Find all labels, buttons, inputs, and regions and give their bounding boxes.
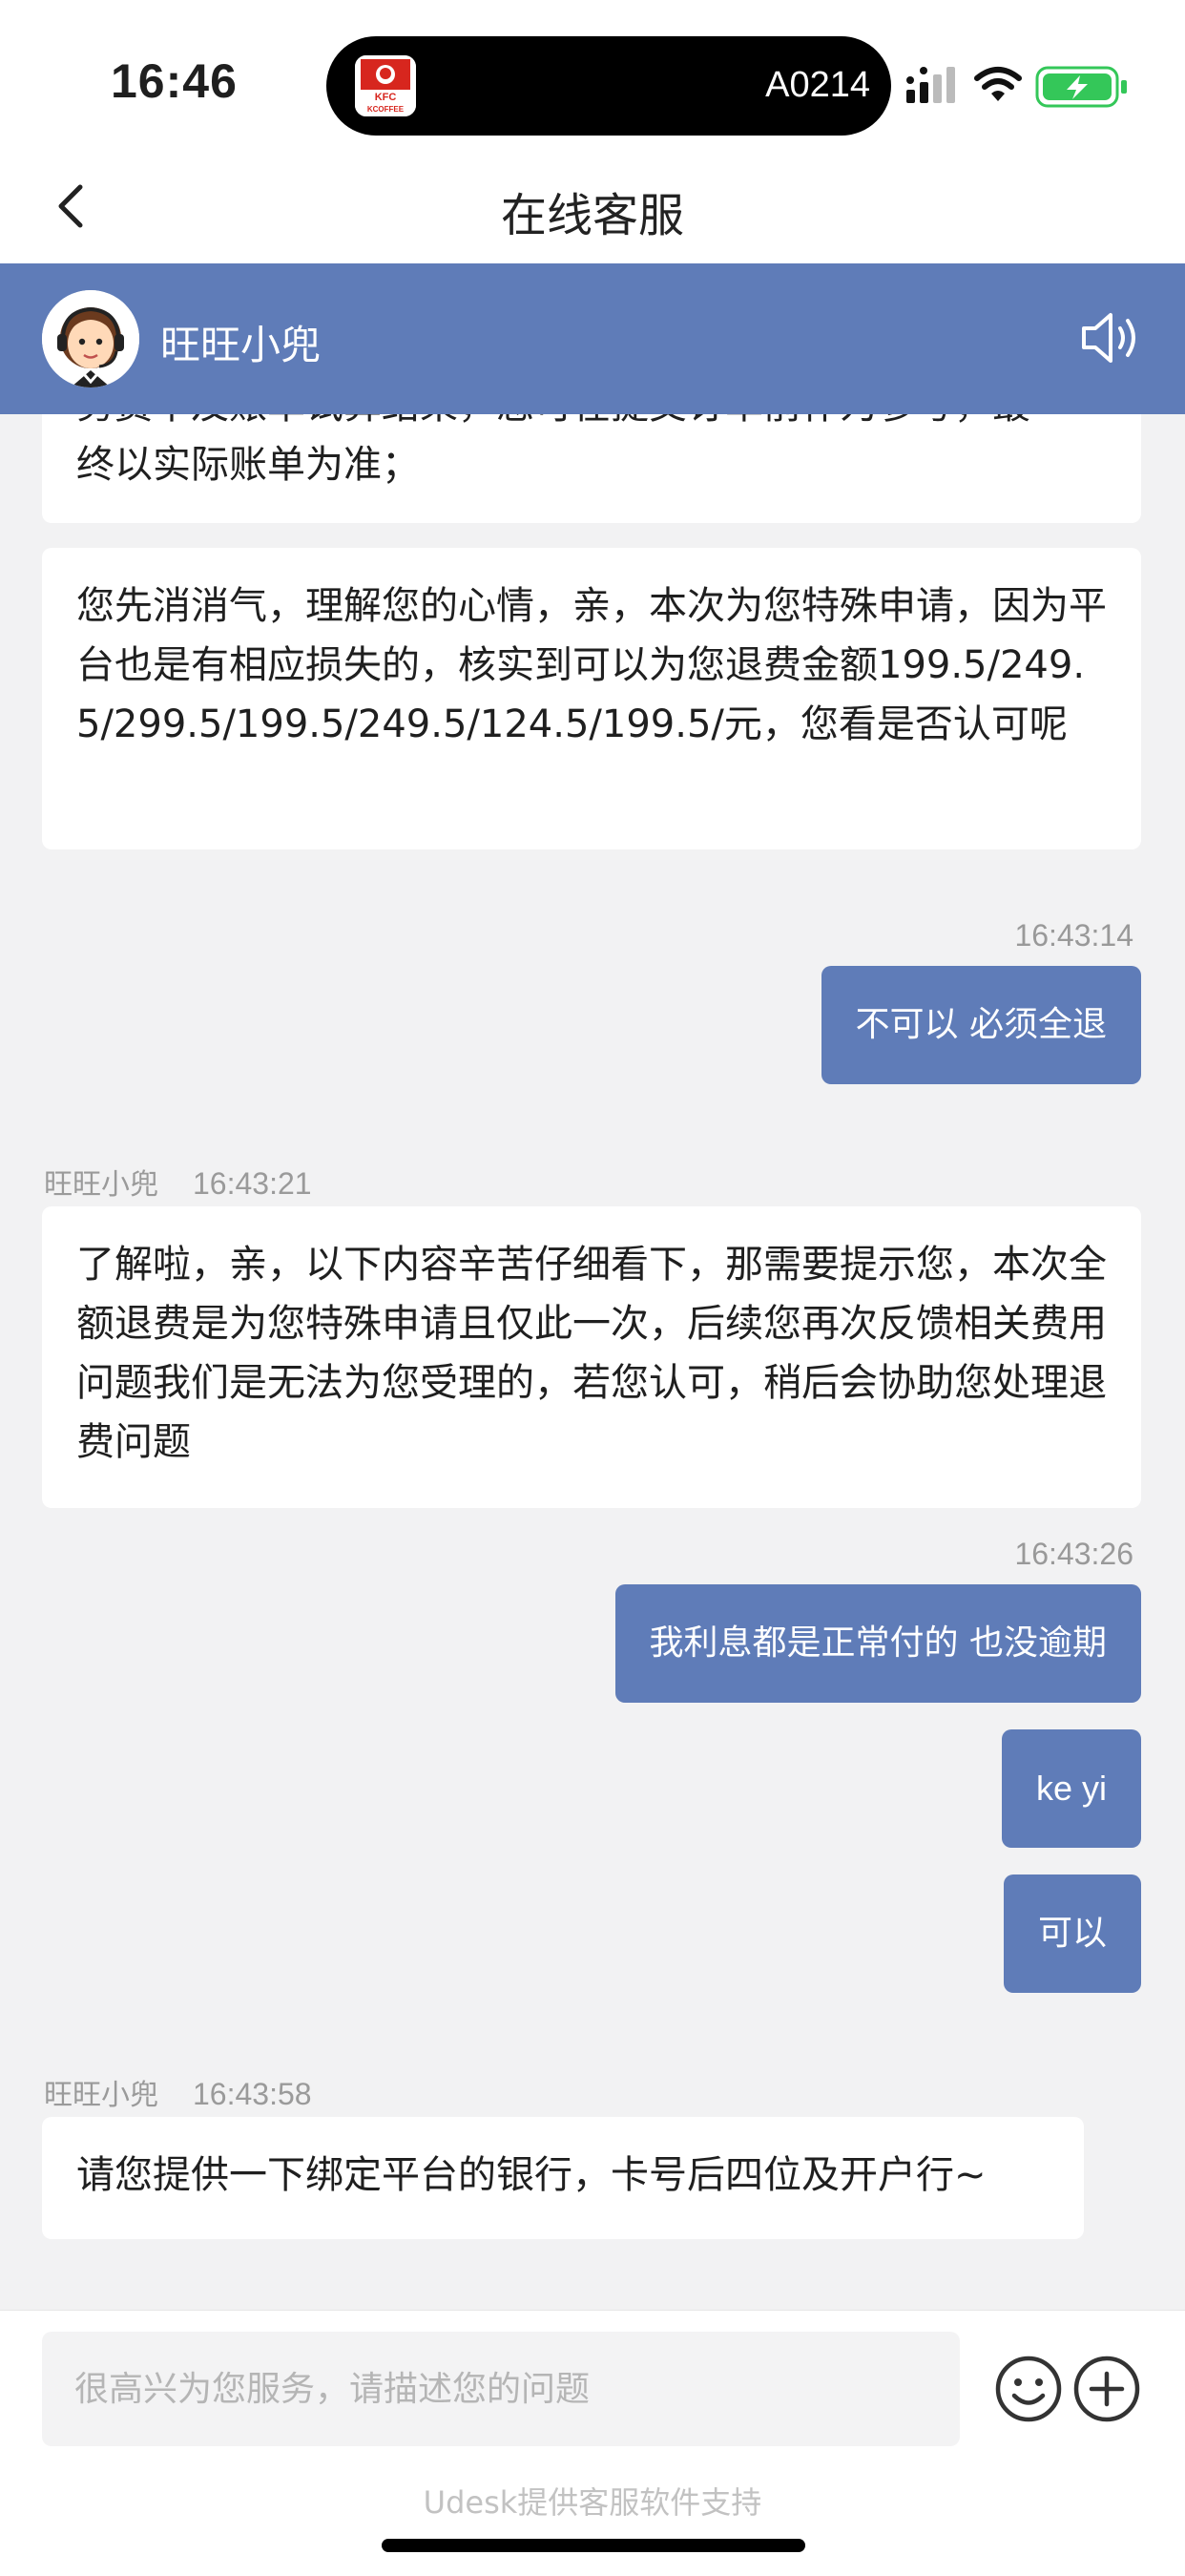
message-timestamp: 16:43:21 xyxy=(193,1166,312,1201)
agent-header: 旺旺小兜 xyxy=(0,263,1185,414)
message-timestamp: 16:43:14 xyxy=(1014,918,1133,953)
powered-by-note: Udesk提供客服软件支持 xyxy=(423,2484,762,2521)
message-bubble-agent: 请您提供一下绑定平台的银行，卡号后四位及开户行~ xyxy=(42,2117,1084,2239)
message-text: 终以实际账单为准； xyxy=(76,443,420,487)
home-indicator[interactable] xyxy=(382,2539,805,2552)
wifi-icon xyxy=(974,67,1022,101)
dynamic-island[interactable]: KFC KCOFFEE A0214 xyxy=(326,36,891,136)
battery-icon xyxy=(1035,66,1127,108)
screen: 16:46 KFC KCOFFEE A0214 在线客服 旺旺小兜 终以实际账单… xyxy=(0,0,1185,2576)
message-bubble-agent: 务费率及账单试算结果，您可在提交订单前作为参考，最 终以实际账单为准； xyxy=(42,414,1141,523)
message-text: 务费率及账单试算结果，您可在提交订单前作为参考，最 xyxy=(76,414,1107,435)
add-attachment-icon[interactable] xyxy=(1072,2355,1141,2423)
sender-name: 旺旺小兜 xyxy=(44,2079,158,2112)
kfc-app-icon: KFC KCOFFEE xyxy=(355,55,416,116)
speaker-icon[interactable] xyxy=(1080,309,1143,367)
message-bubble-user: 可以 xyxy=(1003,1874,1141,1993)
status-time: 16:46 xyxy=(111,54,238,108)
status-icons xyxy=(906,63,1135,111)
signal-icon xyxy=(906,67,955,103)
message-meta: 旺旺小兜 16:43:21 xyxy=(44,1161,312,1203)
message-bubble-user: ke yi xyxy=(1001,1729,1141,1848)
message-bubble-agent: 了解啦，亲，以下内容辛苦仔细看下，那需要提示您，本次全额退费是为您特殊申请且仅此… xyxy=(42,1206,1141,1508)
status-bar: 16:46 KFC KCOFFEE A0214 xyxy=(0,0,1185,153)
kcoffee-icon-text: KCOFFEE xyxy=(367,105,405,114)
composer: Udesk提供客服软件支持 xyxy=(0,2310,1185,2576)
message-timestamp: 16:43:58 xyxy=(193,2077,312,2111)
agent-avatar xyxy=(42,290,139,387)
message-bubble-agent: 您先消消气，理解您的心情，亲，本次为您特殊申请，因为平台也是有相应损失的，核实到… xyxy=(42,548,1141,849)
agent-name: 旺旺小兜 xyxy=(160,322,322,368)
message-text: 请您提供一下绑定平台的银行，卡号后四位及开户行~ xyxy=(76,2153,987,2197)
kfc-icon-text: KFC xyxy=(375,92,397,103)
message-text: 您先消消气，理解您的心情，亲，本次为您特殊申请，因为平台也是有相应损失的，核实到… xyxy=(76,584,1107,746)
sender-name: 旺旺小兜 xyxy=(44,1168,158,1202)
message-text: ke yi xyxy=(1035,1769,1107,1808)
message-text: 了解啦，亲，以下内容辛苦仔细看下，那需要提示您，本次全额退费是为您特殊申请且仅此… xyxy=(76,1243,1107,1464)
page-title: 在线客服 xyxy=(500,189,684,242)
message-timestamp: 16:43:26 xyxy=(1014,1537,1133,1571)
message-text: 不可以 必须全退 xyxy=(855,1005,1107,1044)
message-meta: 旺旺小兜 16:43:58 xyxy=(44,2071,312,2113)
message-bubble-user: 不可以 必须全退 xyxy=(821,966,1141,1084)
nav-bar: 在线客服 xyxy=(0,153,1185,263)
message-input[interactable] xyxy=(42,2332,960,2446)
emoji-icon[interactable] xyxy=(994,2355,1063,2423)
chat-area[interactable]: 务费率及账单试算结果，您可在提交订单前作为参考，最 终以实际账单为准； 您先消消… xyxy=(0,414,1185,2310)
message-bubble-user: 我利息都是正常付的 也没逾期 xyxy=(614,1584,1141,1703)
island-activity-text: A0214 xyxy=(765,65,870,105)
agent-avatar-icon xyxy=(42,290,139,387)
message-text: 我利息都是正常付的 也没逾期 xyxy=(649,1623,1107,1663)
message-text: 可以 xyxy=(1037,1914,1107,1953)
